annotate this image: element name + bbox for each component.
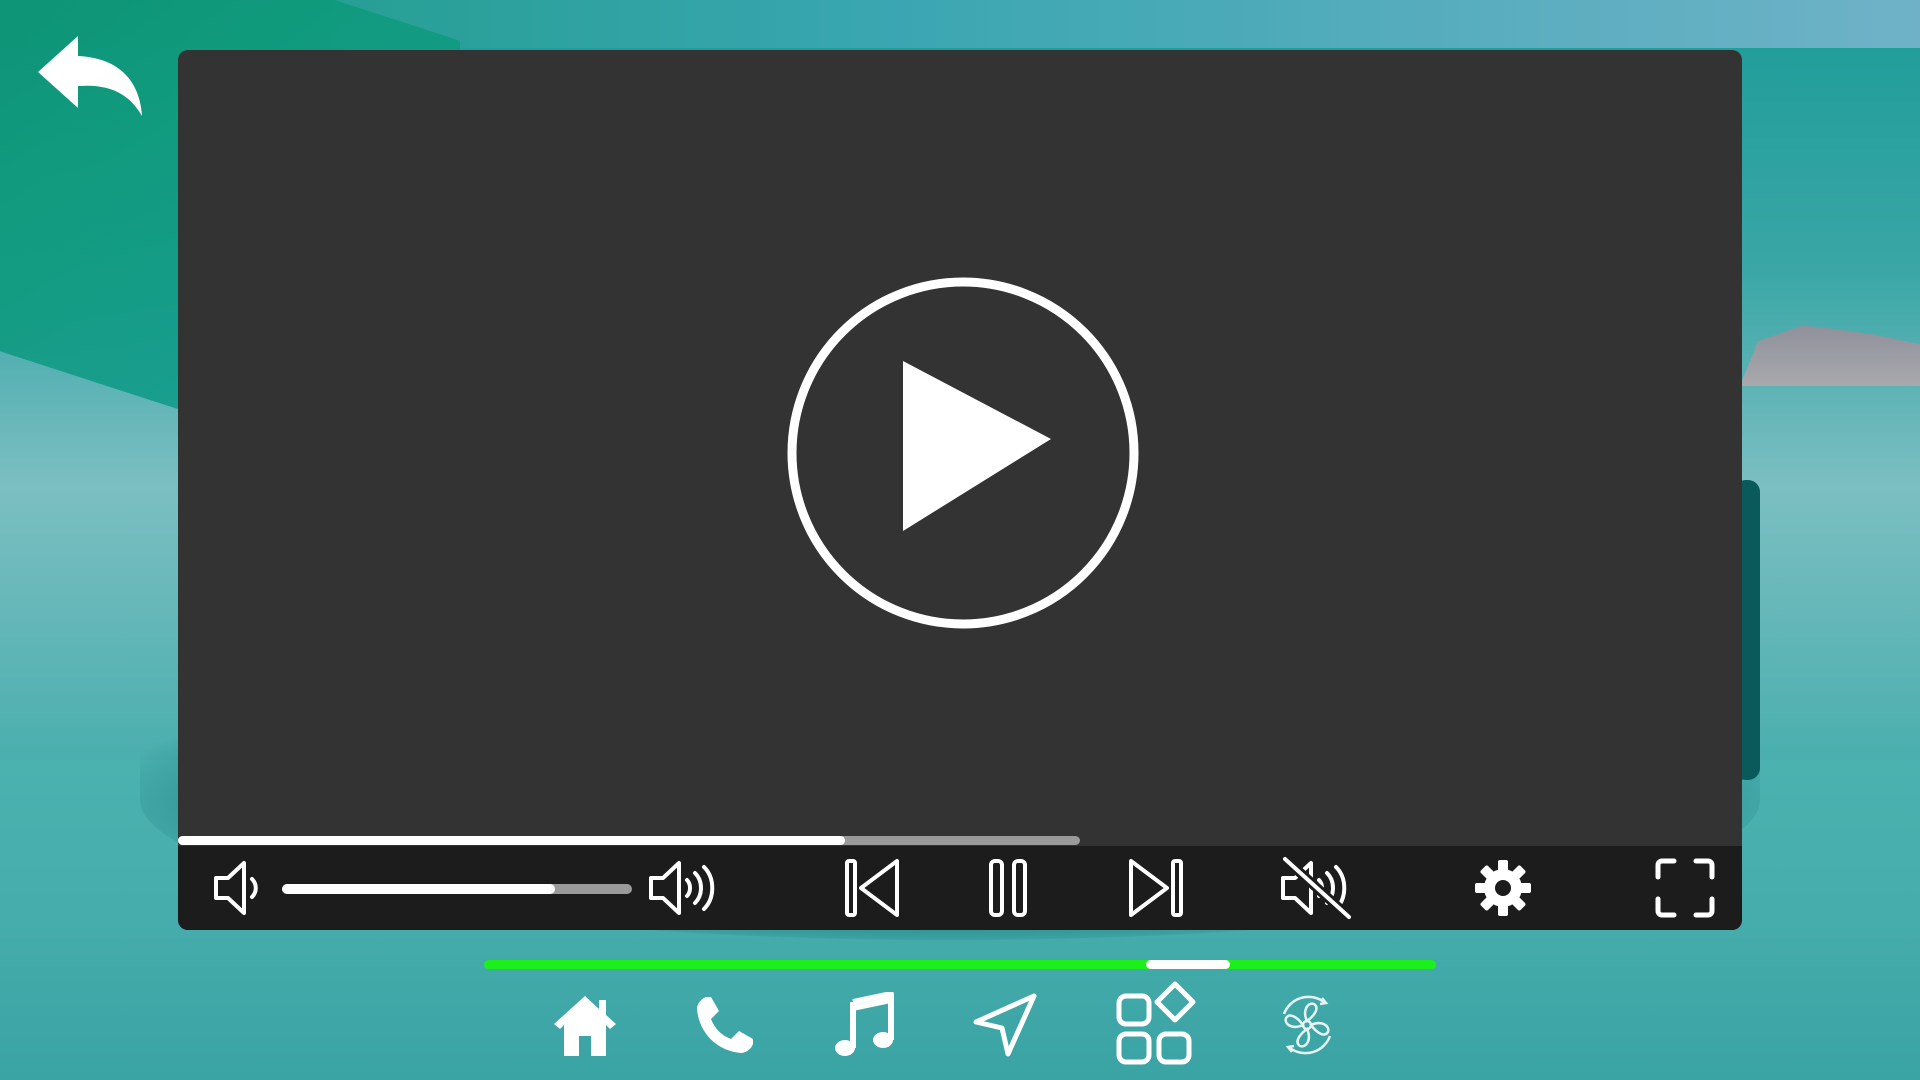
skip-next-icon bbox=[1129, 859, 1183, 917]
volume-slider[interactable] bbox=[282, 884, 632, 894]
video-player[interactable] bbox=[178, 50, 1742, 930]
settings-button[interactable] bbox=[1468, 846, 1538, 930]
page-indicator-current bbox=[1146, 960, 1231, 969]
dock-phone-button[interactable] bbox=[680, 980, 770, 1070]
bottom-dock bbox=[540, 980, 1380, 1070]
dock-apps-button[interactable] bbox=[1108, 980, 1208, 1070]
big-play-button[interactable] bbox=[783, 273, 1143, 633]
volume-slider-level bbox=[282, 884, 555, 894]
volume-up-button[interactable] bbox=[646, 846, 724, 930]
mute-button[interactable] bbox=[1278, 846, 1356, 930]
previous-button[interactable] bbox=[838, 846, 908, 930]
music-note-icon bbox=[835, 992, 894, 1056]
dock-climate-button[interactable] bbox=[1262, 980, 1352, 1070]
back-button[interactable] bbox=[34, 34, 148, 118]
dock-music-button[interactable] bbox=[820, 980, 910, 1070]
fullscreen-button[interactable] bbox=[1652, 846, 1718, 930]
seek-bar[interactable] bbox=[178, 836, 1080, 845]
page-indicator[interactable] bbox=[484, 960, 1436, 969]
control-bar bbox=[178, 846, 1742, 930]
home-icon bbox=[554, 996, 616, 1056]
volume-down-button[interactable] bbox=[210, 846, 268, 930]
gear-icon bbox=[1475, 860, 1531, 916]
dock-navigation-button[interactable] bbox=[960, 980, 1050, 1070]
apps-grid-icon bbox=[1116, 981, 1196, 1065]
car-infotainment-screen bbox=[0, 0, 1920, 1080]
fullscreen-icon bbox=[1655, 858, 1715, 918]
back-arrow-icon bbox=[38, 36, 142, 116]
seek-bar-progress bbox=[178, 836, 846, 845]
skip-previous-icon bbox=[845, 859, 899, 917]
volume-mute-icon bbox=[1280, 855, 1354, 921]
play-circle-icon bbox=[787, 277, 1139, 629]
next-button[interactable] bbox=[1120, 846, 1190, 930]
background-mountain bbox=[1740, 325, 1920, 386]
volume-high-icon bbox=[649, 861, 715, 915]
volume-low-icon bbox=[214, 861, 258, 915]
pause-button[interactable] bbox=[978, 846, 1038, 930]
dock-home-button[interactable] bbox=[540, 980, 630, 1070]
navigation-arrow-icon bbox=[973, 993, 1037, 1057]
phone-icon bbox=[697, 997, 753, 1053]
fan-icon bbox=[1282, 995, 1332, 1055]
pause-icon bbox=[989, 859, 1027, 917]
